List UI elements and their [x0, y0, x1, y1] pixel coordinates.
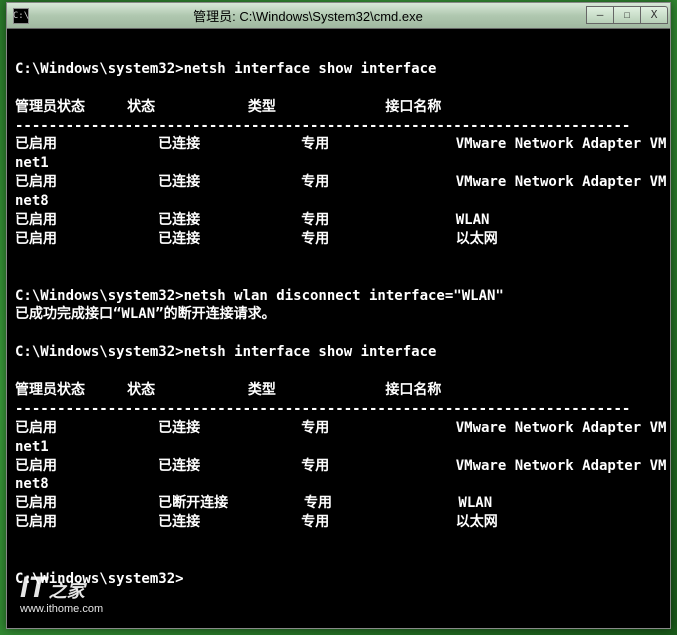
terminal-line: [15, 532, 662, 551]
terminal-line: 管理员状态 状态 类型 接口名称: [15, 98, 662, 117]
window-controls: — ☐ X: [587, 6, 668, 26]
window-title: 管理员: C:\Windows\System32\cmd.exe: [29, 6, 587, 25]
terminal-line: [15, 268, 662, 287]
terminal-line: ----------------------------------------…: [15, 400, 662, 419]
terminal-line: 已启用 已连接 专用 WLAN: [15, 211, 662, 230]
terminal-line: net8: [15, 475, 662, 494]
terminal-line: net8: [15, 192, 662, 211]
terminal-line: ----------------------------------------…: [15, 117, 662, 136]
terminal-line: [15, 41, 662, 60]
terminal-line: [15, 324, 662, 343]
terminal-output[interactable]: C:\Windows\system32>netsh interface show…: [7, 29, 670, 628]
terminal-line: 已启用 已连接 专用 VMware Network Adapter VM: [15, 135, 662, 154]
terminal-line: 已启用 已连接 专用 VMware Network Adapter VM: [15, 457, 662, 476]
app-icon: C:\: [13, 8, 29, 24]
close-button[interactable]: X: [640, 6, 668, 24]
minimize-button[interactable]: —: [586, 6, 614, 24]
terminal-line: C:\Windows\system32>netsh interface show…: [15, 60, 662, 79]
terminal-line: 已启用 已连接 专用 VMware Network Adapter VM: [15, 419, 662, 438]
terminal-line: 已启用 已断开连接 专用 WLAN: [15, 494, 662, 513]
terminal-line: C:\Windows\system32>: [15, 570, 662, 589]
terminal-line: 已启用 已连接 专用 以太网: [15, 230, 662, 249]
terminal-line: net1: [15, 154, 662, 173]
terminal-line: [15, 362, 662, 381]
terminal-line: 已启用 已连接 专用 以太网: [15, 513, 662, 532]
terminal-line: C:\Windows\system32>netsh interface show…: [15, 343, 662, 362]
terminal-line: [15, 79, 662, 98]
app-icon-label: C:\: [13, 11, 29, 21]
titlebar[interactable]: C:\ 管理员: C:\Windows\System32\cmd.exe — ☐…: [7, 3, 670, 29]
cmd-window: C:\ 管理员: C:\Windows\System32\cmd.exe — ☐…: [6, 2, 671, 629]
terminal-line: [15, 249, 662, 268]
terminal-line: C:\Windows\system32>netsh wlan disconnec…: [15, 287, 662, 306]
terminal-line: net1: [15, 438, 662, 457]
terminal-line: 管理员状态 状态 类型 接口名称: [15, 381, 662, 400]
maximize-button[interactable]: ☐: [613, 6, 641, 24]
terminal-line: [15, 551, 662, 570]
terminal-line: 已启用 已连接 专用 VMware Network Adapter VM: [15, 173, 662, 192]
terminal-line: 已成功完成接口“WLAN”的断开连接请求。: [15, 305, 662, 324]
